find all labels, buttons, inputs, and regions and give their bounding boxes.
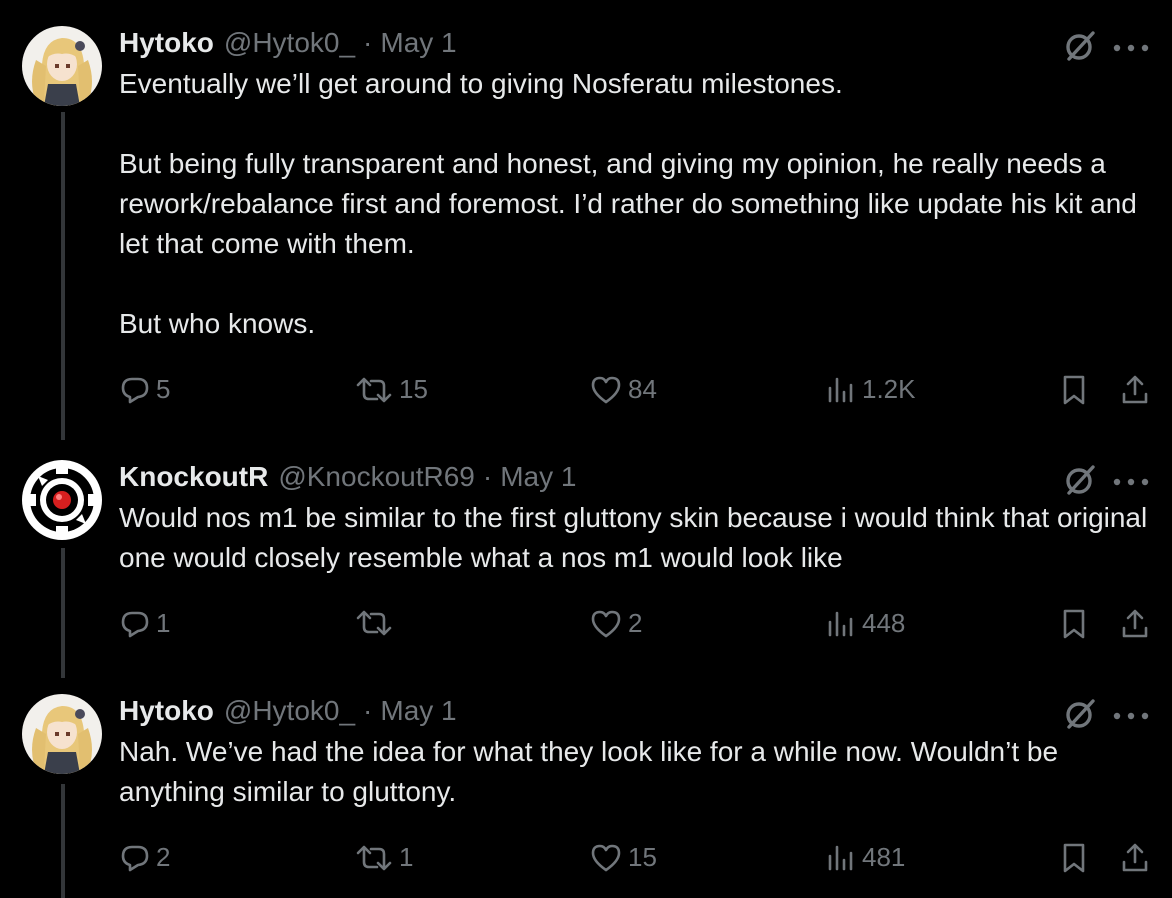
avatar[interactable] [22, 460, 102, 540]
tweet[interactable]: Hytoko @Hytok0_ · May 1 Eventually we’ll… [0, 26, 1172, 426]
reply-button[interactable]: 5 [120, 374, 170, 405]
separator-dot: · [363, 695, 373, 726]
view-count: 448 [862, 608, 906, 638]
like-button[interactable]: 84 [590, 374, 657, 405]
tweet-date[interactable]: May 1 [380, 695, 456, 727]
reply-thread: Hytoko @Hytok0_ · May 1 Eventually we’ll… [0, 0, 1172, 898]
reply-button[interactable]: 1 [120, 608, 170, 639]
repost-button[interactable]: 1 [355, 842, 413, 873]
analytics-icon [828, 377, 853, 402]
grok-icon[interactable] [1062, 462, 1098, 503]
grok-icon[interactable] [1062, 696, 1098, 737]
bookmark-button[interactable] [1060, 608, 1088, 640]
tweet-actions: 5 15 84 1.2K [0, 374, 1172, 414]
tweet-actions: 1 2 448 [0, 608, 1172, 648]
bookmark-icon [1063, 375, 1085, 405]
tweet-text: Nah. We’ve had the idea for what they lo… [119, 736, 1066, 807]
tweet-date[interactable]: May 1 [500, 461, 576, 493]
repost-button[interactable]: 15 [355, 374, 428, 405]
like-count: 2 [628, 608, 643, 638]
repost-icon [356, 610, 392, 636]
share-icon [1122, 609, 1148, 638]
display-name[interactable]: Hytoko [119, 695, 214, 727]
share-button[interactable] [1120, 608, 1150, 640]
view-count: 481 [862, 842, 906, 872]
like-button[interactable]: 2 [590, 608, 642, 639]
reply-count: 5 [156, 374, 171, 404]
bookmark-icon [1063, 843, 1085, 873]
share-button[interactable] [1120, 842, 1150, 874]
tweet-text: Would nos m1 be similar to the first glu… [119, 502, 1156, 573]
like-count: 84 [628, 374, 657, 404]
repost-button[interactable] [355, 608, 399, 638]
reply-icon [121, 611, 149, 637]
avatar[interactable] [22, 26, 102, 106]
reply-icon [121, 845, 149, 871]
bookmark-icon [1063, 609, 1085, 639]
bookmark-button[interactable] [1060, 842, 1088, 874]
separator-dot: · [363, 27, 373, 58]
reply-count: 1 [156, 608, 171, 638]
reply-icon [121, 377, 149, 403]
user-handle[interactable]: @Hytok0_ [224, 27, 355, 59]
more-options-icon[interactable] [1112, 40, 1150, 58]
more-options-icon[interactable] [1112, 708, 1150, 726]
user-handle[interactable]: @KnockoutR69 [278, 461, 475, 493]
separator-dot: · [482, 461, 493, 492]
share-icon [1122, 375, 1148, 404]
tweet-text: Eventually we’ll get around to giving No… [119, 68, 1137, 339]
tweet-header: KnockoutR @KnockoutR69 · May 1 [119, 460, 576, 494]
repost-icon [356, 845, 392, 870]
heart-icon [591, 610, 621, 637]
like-button[interactable]: 15 [590, 842, 657, 873]
tweet[interactable]: KnockoutR @KnockoutR69 · May 1 Would nos… [0, 460, 1172, 660]
tweet-date[interactable]: May 1 [380, 27, 456, 59]
view-count: 1.2K [862, 374, 916, 404]
reply-count: 2 [156, 842, 171, 872]
tweet-header: Hytoko @Hytok0_ · May 1 [119, 26, 457, 60]
like-count: 15 [628, 842, 657, 872]
analytics-icon [828, 611, 853, 636]
repost-count: 15 [399, 374, 428, 404]
display-name[interactable]: KnockoutR [119, 461, 268, 493]
display-name[interactable]: Hytoko [119, 27, 214, 59]
bookmark-button[interactable] [1060, 374, 1088, 406]
tweet-actions: 2 1 15 481 [0, 842, 1172, 882]
user-handle[interactable]: @Hytok0_ [224, 695, 355, 727]
views-button[interactable]: 1.2K [826, 374, 916, 405]
more-options-icon[interactable] [1112, 474, 1150, 492]
repost-icon [356, 377, 392, 402]
views-button[interactable]: 448 [826, 608, 905, 639]
share-button[interactable] [1120, 374, 1150, 406]
analytics-icon [828, 845, 853, 870]
share-icon [1122, 843, 1148, 872]
reply-button[interactable]: 2 [120, 842, 170, 873]
grok-icon[interactable] [1062, 28, 1098, 69]
heart-icon [591, 376, 621, 403]
heart-icon [591, 844, 621, 871]
repost-count: 1 [399, 842, 414, 872]
avatar[interactable] [22, 694, 102, 774]
tweet[interactable]: Hytoko @Hytok0_ · May 1 Nah. We’ve had t… [0, 694, 1172, 894]
views-button[interactable]: 481 [826, 842, 905, 873]
tweet-header: Hytoko @Hytok0_ · May 1 [119, 694, 457, 728]
